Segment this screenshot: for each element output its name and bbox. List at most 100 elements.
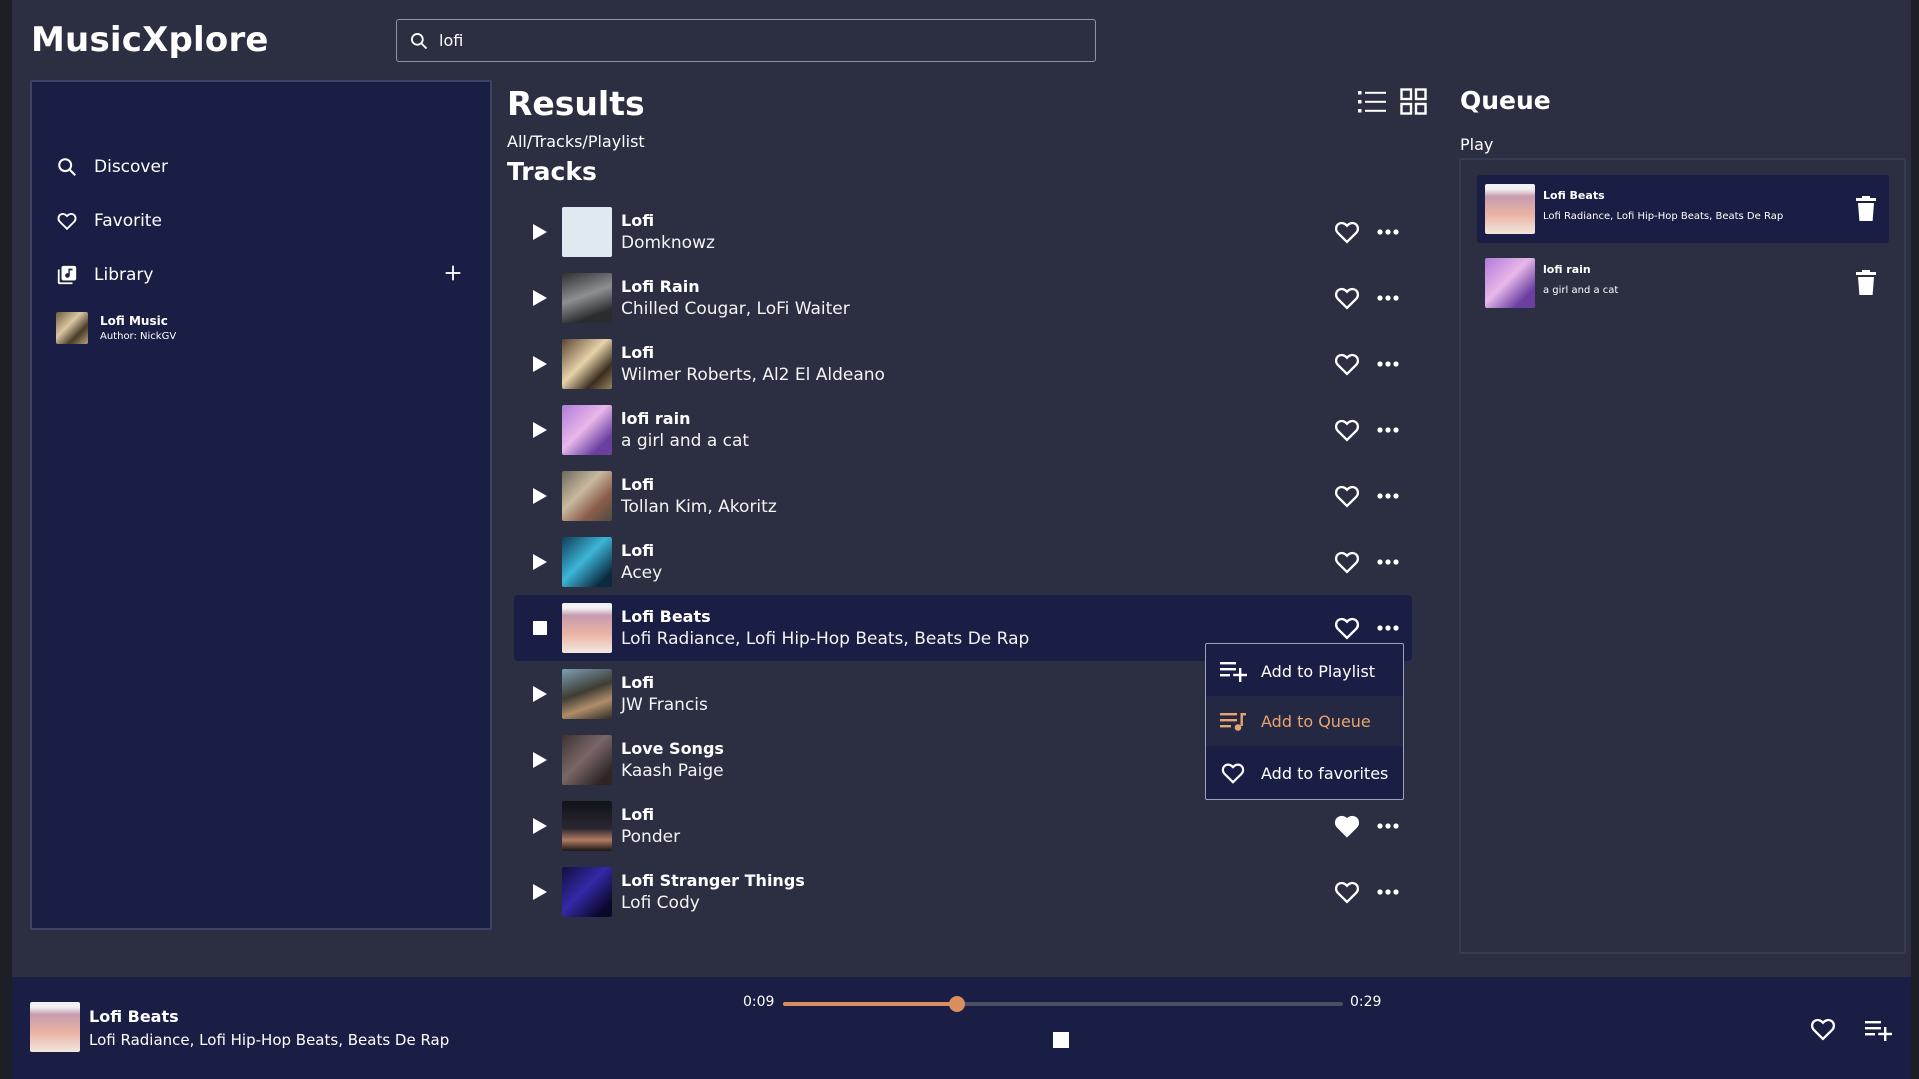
track-artist: a girl and a cat (621, 431, 750, 451)
progress-fill (783, 1002, 957, 1006)
track-title: Lofi (621, 211, 655, 230)
track-cover (562, 339, 612, 389)
track-cover (562, 603, 612, 653)
play-icon[interactable] (532, 289, 548, 307)
track-artist: Lofi Cody (621, 893, 700, 913)
play-icon[interactable] (532, 685, 548, 703)
track-context-menu: Add to Playlist Add to Queue Add to favo… (1205, 643, 1404, 800)
more-options-icon[interactable] (1376, 228, 1400, 236)
add-playlist-button[interactable] (442, 262, 464, 284)
queue-cover (1485, 184, 1535, 234)
track-cover (562, 735, 612, 785)
search-input[interactable] (439, 31, 1059, 50)
queue-music-icon (1220, 713, 1246, 731)
search-icon (58, 158, 76, 176)
track-artist: Wilmer Roberts, Al2 El Aldeano (621, 365, 885, 385)
more-options-icon[interactable] (1376, 822, 1400, 830)
menu-item-add-to-queue[interactable]: Add to Queue (1206, 696, 1403, 746)
track-row[interactable]: Lofi Rain Chilled Cougar, LoFi Waiter (514, 265, 1412, 331)
heart-icon[interactable] (1808, 1015, 1838, 1043)
heart-icon[interactable] (1332, 548, 1362, 576)
playlist-title: Lofi Music (100, 314, 168, 328)
more-options-icon[interactable] (1376, 558, 1400, 566)
heart-icon[interactable] (1332, 350, 1362, 378)
total-time: 0:29 (1350, 994, 1382, 1010)
playlist-add-icon[interactable] (1864, 1018, 1892, 1042)
current-time: 0:09 (743, 994, 775, 1010)
play-icon[interactable] (532, 883, 548, 901)
list-view-icon[interactable] (1358, 89, 1386, 115)
heart-icon[interactable] (1332, 878, 1362, 906)
grid-view-icon[interactable] (1400, 88, 1427, 115)
window-edge-right (1911, 0, 1919, 1079)
sidebar-item-discover[interactable]: Discover (56, 152, 168, 182)
track-title: Lofi (621, 475, 655, 494)
track-row[interactable]: Lofi Tollan Kim, Akoritz (514, 463, 1412, 529)
queue-item[interactable]: lofi rain a girl and a cat (1477, 249, 1889, 317)
menu-item-label: Add to Queue (1261, 711, 1371, 731)
track-cover (562, 801, 612, 851)
play-icon[interactable] (532, 817, 548, 835)
play-icon[interactable] (532, 355, 548, 373)
heart-icon[interactable] (1332, 482, 1362, 510)
heart-icon (1221, 763, 1245, 784)
track-title: Lofi Beats (621, 607, 711, 626)
heart-icon[interactable] (1332, 218, 1362, 246)
more-options-icon[interactable] (1376, 492, 1400, 500)
queue-title: Queue (1460, 86, 1551, 115)
play-icon[interactable] (532, 487, 548, 505)
heart-icon[interactable] (1332, 416, 1362, 444)
heart-icon[interactable] (1332, 284, 1362, 312)
player-bar: Lofi Beats Lofi Radiance, Lofi Hip-Hop B… (12, 977, 1911, 1079)
track-artist: Kaash Paige (621, 761, 724, 781)
track-cover (562, 207, 612, 257)
window-edge-left (0, 0, 12, 1079)
more-options-icon[interactable] (1376, 294, 1400, 302)
menu-item-add-to-playlist[interactable]: Add to Playlist (1206, 646, 1403, 696)
track-row[interactable]: Lofi Acey (514, 529, 1412, 595)
search-bar[interactable] (396, 19, 1096, 62)
trash-icon[interactable] (1855, 196, 1877, 222)
results-title: Results (507, 84, 645, 123)
progress-bar[interactable] (783, 996, 1343, 1012)
play-icon[interactable] (532, 751, 548, 769)
track-title: Lofi (621, 541, 655, 560)
menu-item-label: Add to favorites (1261, 763, 1389, 783)
app-window: MusicXplore Discover Favorite Library Lo… (0, 0, 1919, 1079)
track-artist: Chilled Cougar, LoFi Waiter (621, 299, 850, 319)
library-icon (57, 265, 77, 285)
sidebar-item-library[interactable]: Library (56, 260, 153, 290)
more-options-icon[interactable] (1376, 360, 1400, 368)
breadcrumb[interactable]: All/Tracks/Playlist (507, 132, 645, 151)
sidebar-item-label: Discover (94, 157, 168, 177)
heart-filled-icon[interactable] (1332, 812, 1362, 840)
track-row[interactable]: Lofi Ponder (514, 793, 1412, 859)
heart-icon[interactable] (1332, 614, 1362, 642)
queue-item-artist: a girl and a cat (1543, 285, 1619, 296)
track-row[interactable]: Lofi Domknowz (514, 199, 1412, 265)
queue-cover (1485, 258, 1535, 308)
play-icon[interactable] (532, 553, 548, 571)
trash-icon[interactable] (1855, 270, 1877, 296)
track-row[interactable]: Lofi Stranger Things Lofi Cody (514, 859, 1412, 925)
playlist-cover (56, 312, 88, 344)
progress-handle[interactable] (948, 996, 965, 1012)
menu-item-add-to-favorites[interactable]: Add to favorites (1206, 748, 1403, 798)
sidebar-playlist-item[interactable]: Lofi Music Author: NickGV (56, 312, 176, 344)
stop-icon[interactable] (532, 619, 548, 637)
more-options-icon[interactable] (1376, 426, 1400, 434)
more-options-icon[interactable] (1376, 624, 1400, 632)
sidebar-item-favorite[interactable]: Favorite (56, 206, 162, 236)
queue-item-active[interactable]: Lofi Beats Lofi Radiance, Lofi Hip-Hop B… (1477, 175, 1889, 243)
track-cover (562, 669, 612, 719)
stop-button[interactable] (1053, 1032, 1069, 1048)
more-options-icon[interactable] (1376, 888, 1400, 896)
play-icon[interactable] (532, 223, 548, 241)
sidebar-item-label: Library (94, 265, 154, 285)
play-icon[interactable] (532, 421, 548, 439)
track-row[interactable]: Lofi Wilmer Roberts, Al2 El Aldeano (514, 331, 1412, 397)
playlist-author: Author: NickGV (100, 331, 177, 342)
track-row[interactable]: lofi rain a girl and a cat (514, 397, 1412, 463)
track-title: Lofi (621, 805, 655, 824)
menu-item-label: Add to Playlist (1261, 661, 1376, 681)
